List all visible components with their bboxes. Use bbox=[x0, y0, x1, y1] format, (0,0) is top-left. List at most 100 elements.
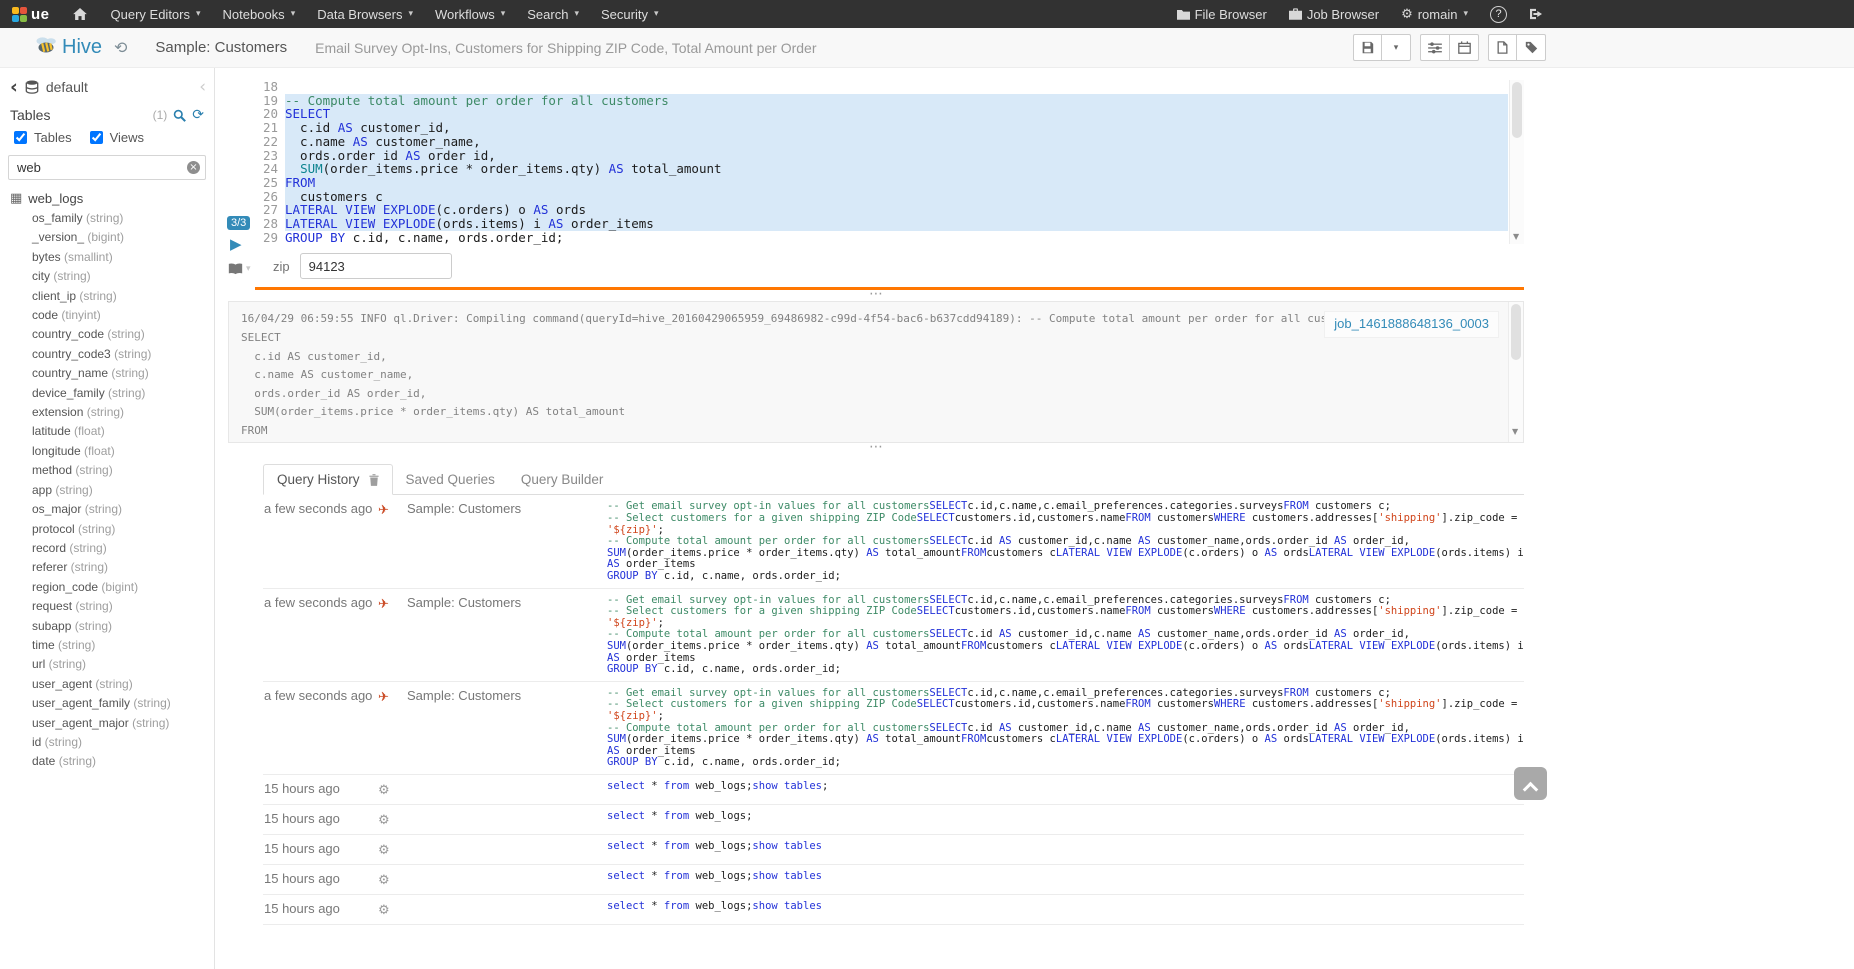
table-row[interactable]: 15 hours ago⚙select * from web_logs;show… bbox=[263, 895, 1524, 925]
column-item[interactable]: latitude (float) bbox=[32, 422, 214, 441]
menu-workflows[interactable]: Workflows▾ bbox=[424, 0, 516, 28]
column-item[interactable]: longitude (float) bbox=[32, 442, 214, 461]
column-item[interactable]: subapp (string) bbox=[32, 617, 214, 636]
editor-line[interactable]: 24 SUM(order_items.price * order_items.q… bbox=[255, 162, 1508, 176]
calendar-button[interactable] bbox=[1450, 34, 1479, 61]
column-item[interactable]: request (string) bbox=[32, 597, 214, 616]
code-editor[interactable]: 18 19-- Compute total amount per order f… bbox=[255, 80, 1524, 244]
hive-app[interactable]: Hive bbox=[34, 35, 102, 60]
result-count-badge[interactable]: 3/3 bbox=[227, 216, 250, 230]
column-item[interactable]: bytes (smallint) bbox=[32, 248, 214, 267]
help-button[interactable]: ? bbox=[1479, 0, 1518, 28]
table-row[interactable]: 15 hours ago⚙select * from web_logs;show… bbox=[263, 835, 1524, 865]
table-row[interactable]: a few seconds ago✈Sample: Customers-- Ge… bbox=[263, 589, 1524, 682]
column-item[interactable]: url (string) bbox=[32, 655, 214, 674]
column-item[interactable]: region_code (bigint) bbox=[32, 578, 214, 597]
scroll-to-top-button[interactable] bbox=[1514, 767, 1547, 800]
query-history-icon[interactable]: ⟲ bbox=[114, 38, 127, 57]
filter-views[interactable]: Views bbox=[86, 128, 144, 147]
tab-query-builder[interactable]: Query Builder bbox=[508, 465, 617, 494]
search-icon[interactable] bbox=[173, 109, 186, 122]
column-item[interactable]: id (string) bbox=[32, 733, 214, 752]
refresh-icon[interactable]: ⟳ bbox=[192, 107, 204, 123]
menu-data-browsers[interactable]: Data Browsers▾ bbox=[306, 0, 424, 28]
editor-line[interactable]: 21 c.id AS customer_id, bbox=[255, 121, 1508, 135]
column-item[interactable]: country_code3 (string) bbox=[32, 345, 214, 364]
column-item[interactable]: date (string) bbox=[32, 752, 214, 771]
column-item[interactable]: referer (string) bbox=[32, 558, 214, 577]
scroll-down-icon[interactable]: ▼ bbox=[1512, 423, 1518, 442]
editor-line[interactable]: 27LATERAL VIEW EXPLODE(c.orders) o AS or… bbox=[255, 203, 1508, 217]
table-item-web-logs[interactable]: ▦ web_logs bbox=[0, 182, 214, 209]
column-item[interactable]: user_agent (string) bbox=[32, 675, 214, 694]
menu-query-editors[interactable]: Query Editors▾ bbox=[100, 0, 212, 28]
table-row[interactable]: 15 hours ago⚙select * from web_logs; bbox=[263, 805, 1524, 835]
column-item[interactable]: user_agent_major (string) bbox=[32, 714, 214, 733]
column-item[interactable]: city (string) bbox=[32, 267, 214, 286]
document-button[interactable] bbox=[1488, 34, 1517, 61]
nav-file-browser[interactable]: File Browser bbox=[1166, 0, 1278, 28]
table-row[interactable]: 15 hours ago⚙select * from web_logs;show… bbox=[263, 775, 1524, 805]
clear-filter-icon[interactable]: × bbox=[187, 161, 200, 174]
save-button[interactable] bbox=[1353, 34, 1382, 61]
variable-zip-input[interactable] bbox=[300, 253, 452, 279]
column-item[interactable]: record (string) bbox=[32, 539, 214, 558]
table-filter-input[interactable] bbox=[8, 155, 206, 180]
editor-line[interactable]: 26 customers c bbox=[255, 190, 1508, 204]
settings-button[interactable] bbox=[1420, 34, 1450, 61]
back-icon[interactable]: ‹ bbox=[10, 80, 18, 94]
nav-job-browser[interactable]: Job Browser bbox=[1278, 0, 1390, 28]
hue-brand[interactable]: ue bbox=[10, 6, 60, 23]
tab-saved-queries[interactable]: Saved Queries bbox=[393, 465, 508, 494]
column-item[interactable]: protocol (string) bbox=[32, 520, 214, 539]
menu-security[interactable]: Security▾ bbox=[590, 0, 670, 28]
filter-tables[interactable]: Tables bbox=[10, 128, 72, 147]
collapse-panel-icon[interactable]: ‹ bbox=[199, 77, 206, 97]
query-title[interactable]: Sample: Customers bbox=[155, 39, 287, 56]
scrollbar-thumb[interactable] bbox=[1512, 82, 1522, 138]
trash-icon[interactable] bbox=[369, 474, 379, 486]
column-item[interactable]: code (tinyint) bbox=[32, 306, 214, 325]
column-item[interactable]: device_family (string) bbox=[32, 384, 214, 403]
column-item[interactable]: client_ip (string) bbox=[32, 287, 214, 306]
nav-romain[interactable]: ⚙romain▾ bbox=[1390, 0, 1479, 28]
column-item[interactable]: os_family (string) bbox=[32, 209, 214, 228]
column-item[interactable]: country_code (string) bbox=[32, 325, 214, 344]
tables-checkbox[interactable] bbox=[14, 131, 27, 144]
table-row[interactable]: a few seconds ago✈Sample: Customers-- Ge… bbox=[263, 682, 1524, 775]
caret-down-button[interactable]: ▾ bbox=[1382, 34, 1411, 61]
editor-line[interactable]: 29GROUP BY c.id, c.name, ords.order_id; bbox=[255, 231, 1508, 245]
table-row[interactable]: 15 hours ago⚙select * from web_logs;show… bbox=[263, 865, 1524, 895]
database-name[interactable]: default bbox=[46, 79, 88, 95]
menu-notebooks[interactable]: Notebooks▾ bbox=[212, 0, 307, 28]
log-scrollbar[interactable]: ▼ bbox=[1508, 302, 1523, 442]
execute-button[interactable]: ▶ bbox=[230, 235, 242, 253]
column-item[interactable]: time (string) bbox=[32, 636, 214, 655]
editor-line[interactable]: 22 c.name AS customer_name, bbox=[255, 135, 1508, 149]
column-item[interactable]: country_name (string) bbox=[32, 364, 214, 383]
menu-search[interactable]: Search▾ bbox=[516, 0, 590, 28]
column-item[interactable]: user_agent_family (string) bbox=[32, 694, 214, 713]
resize-grip[interactable]: ⋯ bbox=[228, 443, 1524, 454]
editor-line[interactable]: 28LATERAL VIEW EXPLODE(ords.items) i AS … bbox=[255, 217, 1508, 231]
editor-line[interactable]: 23 ords.order_id AS order_id, bbox=[255, 149, 1508, 163]
column-item[interactable]: method (string) bbox=[32, 461, 214, 480]
editor-line[interactable]: 18 bbox=[255, 80, 1508, 94]
snippet-menu-button[interactable]: ▾ bbox=[228, 263, 251, 275]
home-button[interactable] bbox=[60, 0, 100, 28]
table-row[interactable]: a few seconds ago✈Sample: Customers-- Ge… bbox=[263, 495, 1524, 588]
logout-button[interactable] bbox=[1518, 0, 1554, 28]
scrollbar-thumb[interactable] bbox=[1511, 304, 1521, 360]
views-checkbox[interactable] bbox=[90, 131, 103, 144]
column-item[interactable]: os_major (string) bbox=[32, 500, 214, 519]
editor-line[interactable]: 20SELECT bbox=[255, 107, 1508, 121]
tab-query-history[interactable]: Query History bbox=[263, 464, 393, 495]
column-item[interactable]: extension (string) bbox=[32, 403, 214, 422]
column-item[interactable]: _version_ (bigint) bbox=[32, 228, 214, 247]
column-item[interactable]: app (string) bbox=[32, 481, 214, 500]
editor-line[interactable]: 19-- Compute total amount per order for … bbox=[255, 94, 1508, 108]
editor-line[interactable]: 25FROM bbox=[255, 176, 1508, 190]
job-link[interactable]: job_1461888648136_0003 bbox=[1324, 311, 1499, 338]
resize-grip[interactable]: ⋯ bbox=[228, 290, 1524, 301]
editor-scrollbar[interactable]: ▼ bbox=[1509, 80, 1524, 244]
